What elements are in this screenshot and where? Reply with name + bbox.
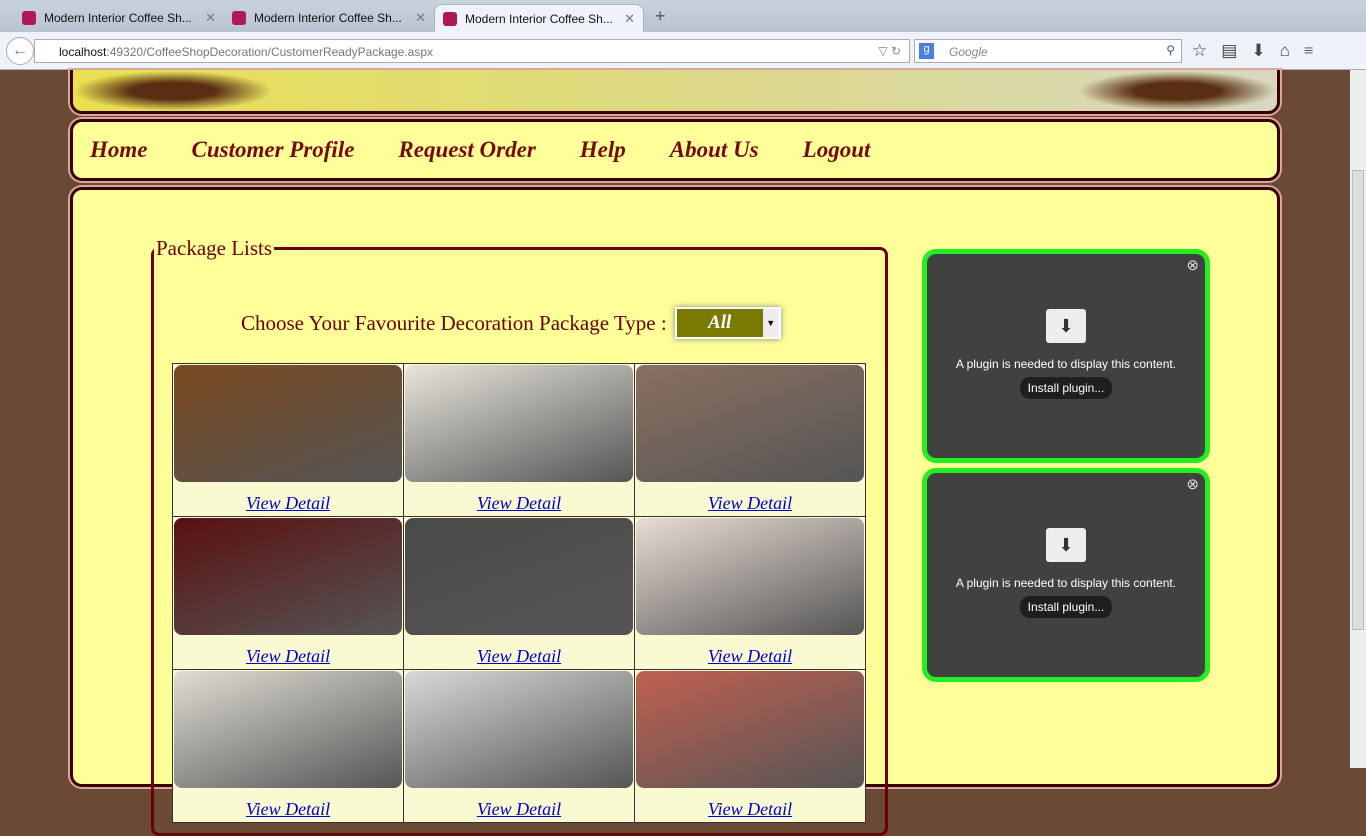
plugin-download-icon: ⬇ [1046,528,1086,562]
install-plugin-button[interactable]: Install plugin... [1019,596,1113,618]
view-detail-link[interactable]: View Detail [173,799,403,820]
home-icon[interactable]: ⌂ [1280,41,1290,61]
new-tab-button[interactable]: + [655,6,666,27]
package-cell: View Detail [634,669,866,823]
package-list-fieldset: Package Lists Choose Your Favourite Deco… [151,236,888,836]
menu-icon[interactable]: ≡ [1304,41,1314,61]
view-detail-link[interactable]: View Detail [404,799,634,820]
bookmark-star-icon[interactable]: ☆ [1192,41,1207,61]
plugin-placeholder: ⊗ ⬇ A plugin is needed to display this con… [922,468,1210,682]
package-image[interactable] [636,671,864,788]
view-detail-link[interactable]: View Detail [635,493,865,514]
view-detail-link[interactable]: View Detail [404,493,634,514]
table-row: View Detail View Detail View Detail [172,516,866,670]
plugin-placeholder: ⊗ ⬇ A plugin is needed to display this con… [922,249,1210,463]
menu-home[interactable]: Home [90,137,148,163]
package-image[interactable] [174,671,402,788]
package-cell: View Detail [172,363,404,517]
menu-about-us[interactable]: About Us [670,137,759,163]
view-detail-link[interactable]: View Detail [173,493,403,514]
search-input[interactable]: g Google ⚲ [914,39,1182,63]
download-icon[interactable]: ⬇ [1251,41,1265,61]
scrollbar[interactable] [1350,70,1366,768]
package-image[interactable] [174,365,402,482]
close-icon[interactable]: ✕ [624,11,635,27]
google-icon: g [919,43,934,59]
main-menu: Home Customer Profile Request Order Help… [70,119,1280,181]
package-cell: View Detail [172,516,404,670]
package-type-select[interactable]: All ▼ [674,307,781,339]
package-image[interactable] [174,518,402,635]
view-detail-link[interactable]: View Detail [635,646,865,667]
nav-toolbar: ← localhost:49320/CoffeeShopDecoration/C… [0,32,1366,70]
package-image[interactable] [405,365,633,482]
chevron-down-icon[interactable]: ▼ [762,309,779,337]
coffee-cup-icon [22,11,36,25]
url-bar[interactable]: localhost:49320/CoffeeShopDecoration/Cus… [34,39,910,63]
package-grid: View Detail View Detail View Detail View De… [172,363,866,823]
site-banner [70,70,1280,114]
install-plugin-button[interactable]: Install plugin... [1019,377,1113,399]
package-list-legend: Package Lists [156,236,273,260]
package-image[interactable] [636,518,864,635]
coffee-cup-icon [232,11,246,25]
reading-list-icon[interactable]: ▤ [1221,41,1237,61]
table-row: View Detail View Detail View Detail [172,669,866,823]
menu-help[interactable]: Help [580,137,626,163]
coffee-cup-icon [443,11,457,26]
coffee-beans-image [73,71,273,111]
close-icon[interactable]: ⊗ [1186,475,1199,493]
package-cell: View Detail [403,669,635,823]
menu-logout[interactable]: Logout [803,137,871,163]
menu-request-order[interactable]: Request Order [398,137,535,163]
package-cell: View Detail [172,669,404,823]
close-icon[interactable]: ⊗ [1186,256,1199,274]
package-cell: View Detail [634,363,866,517]
close-icon[interactable]: ✕ [415,10,426,26]
package-type-label: Choose Your Favourite Decoration Package… [241,310,667,335]
back-button[interactable]: ← [6,37,34,65]
package-image[interactable] [405,671,633,788]
browser-tab[interactable]: Modern Interior Coffee Sh... ✕ [14,4,224,32]
scroll-thumb[interactable] [1352,170,1364,630]
table-row: View Detail View Detail View Detail [172,363,866,517]
package-cell: View Detail [403,363,635,517]
browser-tab-active[interactable]: Modern Interior Coffee Sh... ✕ [434,4,644,32]
view-detail-link[interactable]: View Detail [404,646,634,667]
view-detail-link[interactable]: View Detail [173,646,403,667]
content-panel: Package Lists Choose Your Favourite Deco… [70,187,1280,836]
package-image[interactable] [405,518,633,635]
menu-customer-profile[interactable]: Customer Profile [192,137,355,163]
search-icon[interactable]: ⚲ [1166,43,1175,57]
package-image[interactable] [636,365,864,482]
coffee-beans-image [1077,71,1277,111]
package-cell: View Detail [634,516,866,670]
tab-bar: Modern Interior Coffee Sh... ✕ Modern Int… [0,0,1366,32]
view-detail-link[interactable]: View Detail [635,799,865,820]
package-cell: View Detail [403,516,635,670]
plugin-download-icon: ⬇ [1046,309,1086,343]
close-icon[interactable]: ✕ [205,10,216,26]
reload-icon[interactable]: ▽ ↻ [878,44,901,58]
browser-tab[interactable]: Modern Interior Coffee Sh... ✕ [224,4,434,32]
